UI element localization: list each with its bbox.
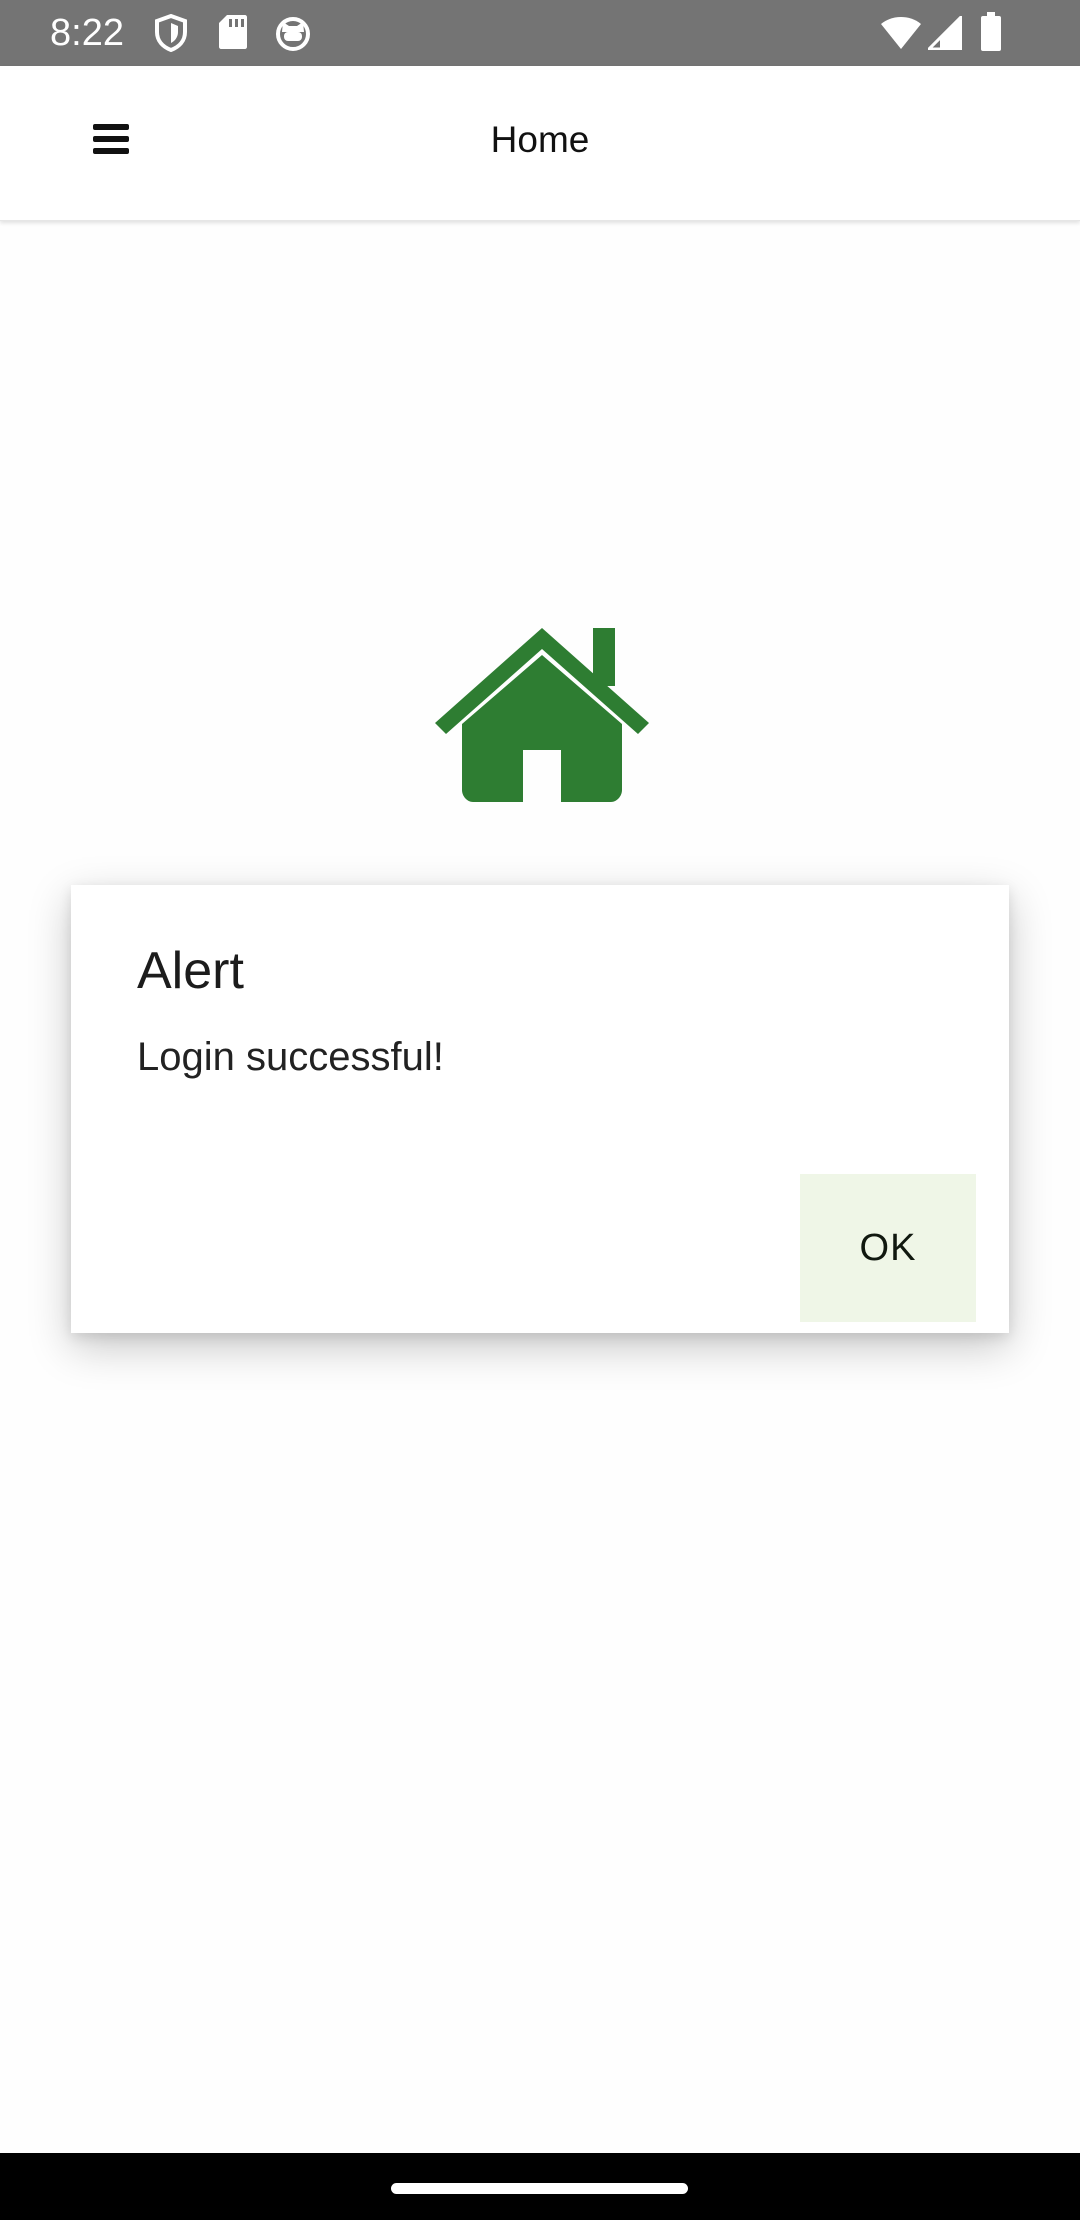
cellular-signal-icon xyxy=(925,13,963,55)
status-time: 8:22 xyxy=(50,12,124,54)
ok-button[interactable]: OK xyxy=(800,1174,976,1322)
status-bar: 8:22 xyxy=(0,0,1080,66)
dialog-title: Alert xyxy=(137,942,244,1000)
alert-dialog: Alert Login successful! OK xyxy=(71,885,1009,1333)
sd-card-icon xyxy=(218,14,248,55)
cat-face-icon xyxy=(274,14,312,57)
battery-icon xyxy=(980,12,1002,57)
home-gesture-handle[interactable] xyxy=(391,2183,688,2194)
shield-icon xyxy=(154,13,188,57)
app-bar: Home xyxy=(0,66,1080,221)
dialog-message: Login successful! xyxy=(137,1035,444,1079)
navigation-bar xyxy=(0,2153,1080,2220)
home-icon xyxy=(433,628,651,802)
wifi-icon xyxy=(880,16,922,55)
screen: 8:22 Home Alert Login successful! OK xyxy=(0,0,1080,2220)
page-title: Home xyxy=(490,119,590,160)
